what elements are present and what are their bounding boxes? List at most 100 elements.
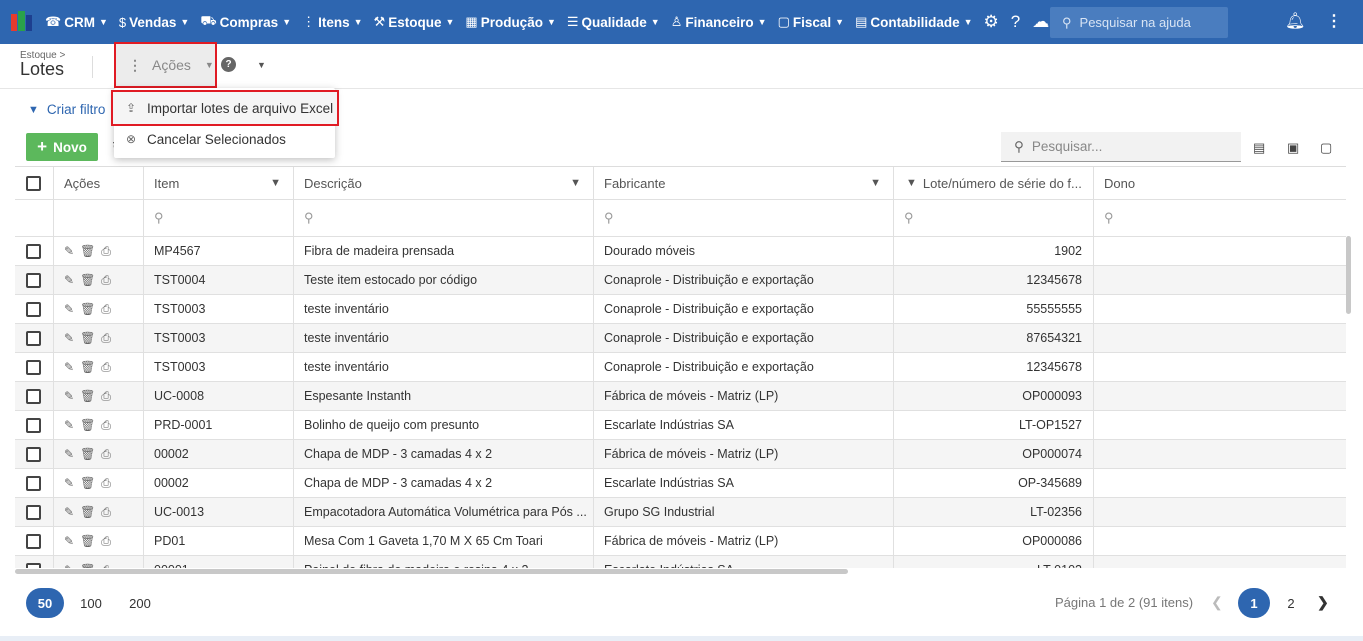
caret-down-icon[interactable]: ▼: [257, 60, 266, 70]
table-row[interactable]: ✎ 🗑︎ ⎙ UC-0008 Espesante Instanth Fábrica de …: [15, 382, 1346, 411]
filter-lote-input[interactable]: ⚲: [894, 200, 1094, 236]
filter-icon[interactable]: ▼: [870, 177, 881, 189]
nav-compras[interactable]: ⛟ Compras ▼: [200, 13, 291, 31]
page-size-100[interactable]: 100: [72, 588, 110, 618]
trash-icon[interactable]: 🗑︎: [80, 331, 95, 345]
chat-icon[interactable]: ☁: [1032, 12, 1049, 32]
row-checkbox[interactable]: [26, 417, 41, 433]
edit-icon[interactable]: ✎: [64, 360, 74, 374]
row-checkbox[interactable]: [26, 504, 41, 520]
menu-item-import-excel[interactable]: ⇪ Importar lotes de arquivo Excel: [111, 90, 339, 126]
row-checkbox[interactable]: [26, 359, 41, 375]
filter-descricao-input[interactable]: ⚲: [294, 200, 594, 236]
grid-search-input[interactable]: ⚲ Pesquisar...: [1001, 132, 1241, 162]
filter-fabricante-input[interactable]: ⚲: [594, 200, 894, 236]
trash-icon[interactable]: 🗑︎: [80, 418, 95, 432]
filter-icon[interactable]: ▼: [906, 177, 917, 189]
column-chooser-icon[interactable]: ▤: [1253, 140, 1265, 156]
edit-icon[interactable]: ✎: [64, 302, 74, 316]
table-row[interactable]: ✎ 🗑︎ ⎙ PD01 Mesa Com 1 Gaveta 1,70 M X 65 Cm…: [15, 527, 1346, 556]
nav-itens[interactable]: ⋮ Itens ▼: [302, 14, 362, 30]
trash-icon[interactable]: 🗑︎: [80, 389, 95, 403]
help-icon[interactable]: ?: [221, 57, 236, 72]
chevron-right-icon[interactable]: ❯: [1317, 594, 1329, 611]
trash-icon[interactable]: 🗑︎: [80, 360, 95, 374]
edit-icon[interactable]: ✎: [64, 563, 74, 568]
horizontal-scrollbar[interactable]: [15, 569, 848, 574]
edit-icon[interactable]: ✎: [64, 505, 74, 519]
bell-icon[interactable]: 🔔︎: [1285, 11, 1305, 31]
create-filter-link[interactable]: ▼ Criar filtro: [28, 102, 105, 117]
new-button[interactable]: + Novo: [26, 133, 98, 161]
select-all-checkbox[interactable]: [26, 175, 41, 191]
nav-crm[interactable]: ☎ CRM ▼: [45, 14, 108, 30]
table-row[interactable]: ✎ 🗑︎ ⎙ TST0003 teste inventário Conaprole - D…: [15, 324, 1346, 353]
nav-fiscal[interactable]: ▢ Fiscal ▼: [778, 14, 845, 30]
row-checkbox[interactable]: [26, 272, 41, 288]
row-checkbox[interactable]: [26, 446, 41, 462]
trash-icon[interactable]: 🗑︎: [80, 505, 95, 519]
row-checkbox[interactable]: [26, 533, 41, 549]
trash-icon[interactable]: 🗑︎: [80, 563, 95, 568]
edit-icon[interactable]: ✎: [64, 476, 74, 490]
print-icon[interactable]: ⎙: [101, 389, 111, 404]
table-row[interactable]: ✎ 🗑︎ ⎙ PRD-0001 Bolinho de queijo com presun…: [15, 411, 1346, 440]
column-header-fabricante[interactable]: Fabricante ▼: [594, 167, 894, 199]
edit-icon[interactable]: ✎: [64, 534, 74, 548]
table-row[interactable]: ✎ 🗑︎ ⎙ 00001Painel de fibra de madeira e re…: [15, 556, 1346, 568]
table-row[interactable]: ✎ 🗑︎ ⎙ UC-0013 Empacotadora Automática Volum…: [15, 498, 1346, 527]
edit-icon[interactable]: ✎: [64, 331, 74, 345]
more-vertical-icon[interactable]: ⋮: [1326, 11, 1342, 31]
table-row[interactable]: ✎ 🗑︎ ⎙ 00002 Chapa de MDP - 3 camadas 4 x 2F…: [15, 440, 1346, 469]
print-icon[interactable]: ⎙: [101, 360, 111, 375]
nav-qualidade[interactable]: ☰ Qualidade ▼: [567, 14, 660, 30]
print-icon[interactable]: ⎙: [101, 534, 111, 549]
print-icon[interactable]: ⎙: [101, 447, 111, 462]
trash-icon[interactable]: 🗑︎: [80, 273, 95, 287]
trash-icon[interactable]: 🗑︎: [80, 302, 95, 316]
edit-icon[interactable]: ✎: [64, 244, 74, 258]
gear-icon[interactable]: ⚙: [984, 12, 999, 32]
row-checkbox[interactable]: [26, 388, 41, 404]
chevron-left-icon[interactable]: ❮: [1211, 594, 1223, 611]
column-header-item[interactable]: Item ▼: [144, 167, 294, 199]
edit-icon[interactable]: ✎: [64, 418, 74, 432]
acoes-button[interactable]: ⋮ Ações ▼: [114, 42, 217, 88]
edit-icon[interactable]: ✎: [64, 273, 74, 287]
trash-icon[interactable]: 🗑︎: [80, 476, 95, 490]
column-header-lote[interactable]: ▼ Lote/número de série do f...: [894, 167, 1094, 199]
nav-contabilidade[interactable]: ▤ Contabilidade ▼: [855, 14, 972, 30]
edit-icon[interactable]: ✎: [64, 389, 74, 403]
vertical-scrollbar[interactable]: [1346, 236, 1351, 314]
page-1-button[interactable]: 1: [1238, 588, 1270, 618]
help-circle-icon[interactable]: ?: [1011, 12, 1020, 32]
print-icon[interactable]: ⎙: [101, 418, 111, 433]
filter-dono-input[interactable]: ⚲: [1094, 200, 1346, 236]
filter-item-input[interactable]: ⚲: [144, 200, 294, 236]
trash-icon[interactable]: 🗑︎: [80, 447, 95, 461]
save-icon[interactable]: ▣: [1287, 140, 1299, 156]
print-icon[interactable]: ⎙: [101, 505, 111, 520]
nav-financeiro[interactable]: ♙ Financeiro ▼: [671, 14, 767, 30]
menu-item-cancel-selected[interactable]: ⊗ Cancelar Selecionados: [114, 123, 335, 155]
nav-estoque[interactable]: ⚒ Estoque ▼: [374, 14, 455, 30]
row-checkbox[interactable]: [26, 243, 41, 259]
edit-icon[interactable]: ✎: [64, 447, 74, 461]
print-icon[interactable]: ⎙: [101, 476, 111, 491]
trash-icon[interactable]: 🗑︎: [80, 244, 95, 258]
table-row[interactable]: ✎ 🗑︎ ⎙ 00002 Chapa de MDP - 3 camadas 4 x 2E…: [15, 469, 1346, 498]
row-checkbox[interactable]: [26, 330, 41, 346]
export-file-icon[interactable]: ▢: [1320, 140, 1332, 156]
column-header-descricao[interactable]: Descrição ▼: [294, 167, 594, 199]
print-icon[interactable]: ⎙: [101, 273, 111, 288]
print-icon[interactable]: ⎙: [101, 331, 111, 346]
page-size-200[interactable]: 200: [121, 588, 159, 618]
help-search-input[interactable]: ⚲ Pesquisar na ajuda: [1050, 7, 1228, 38]
app-logo[interactable]: [11, 11, 33, 33]
column-header-dono[interactable]: Dono: [1094, 167, 1346, 199]
row-checkbox[interactable]: [26, 475, 41, 491]
filter-icon[interactable]: ▼: [570, 177, 581, 189]
print-icon[interactable]: ⎙: [101, 244, 111, 259]
table-row[interactable]: ✎ 🗑︎ ⎙ TST0003 teste inventário Conaprole - D…: [15, 295, 1346, 324]
table-row[interactable]: ✎ 🗑︎ ⎙ TST0003 teste inventário Conaprole - D…: [15, 353, 1346, 382]
